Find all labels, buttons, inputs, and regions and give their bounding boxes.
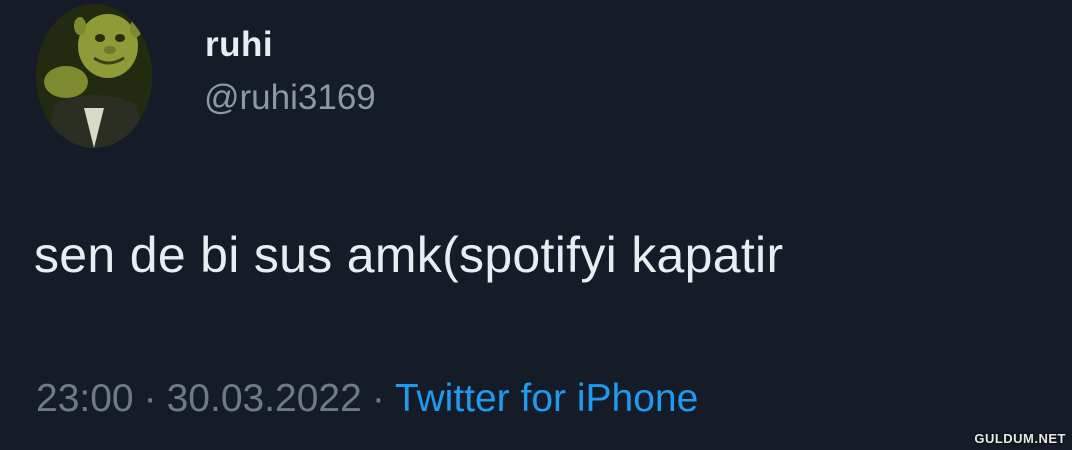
tweet-time[interactable]: 23:00 [36,377,134,420]
avatar[interactable] [36,4,152,148]
shrek-avatar-icon [36,4,152,148]
watermark: GULDUM.NET [974,431,1066,446]
tweet-date[interactable]: 30.03.2022 [167,377,362,420]
tweet-card: ruhi @ruhi3169 sen de bi sus amk(spotify… [0,0,1072,450]
tweet-source-link[interactable]: Twitter for iPhone [395,377,698,420]
meta-separator: · [371,377,385,420]
tweet-text: sen de bi sus amk(spotifyi kapatir [34,227,784,283]
tweet-meta: 23:00 · 30.03.2022 · Twitter for iPhone [36,377,698,421]
author-handle[interactable]: @ruhi3169 [204,78,376,118]
author-display-name[interactable]: ruhi [205,25,273,65]
meta-separator: · [143,377,157,420]
